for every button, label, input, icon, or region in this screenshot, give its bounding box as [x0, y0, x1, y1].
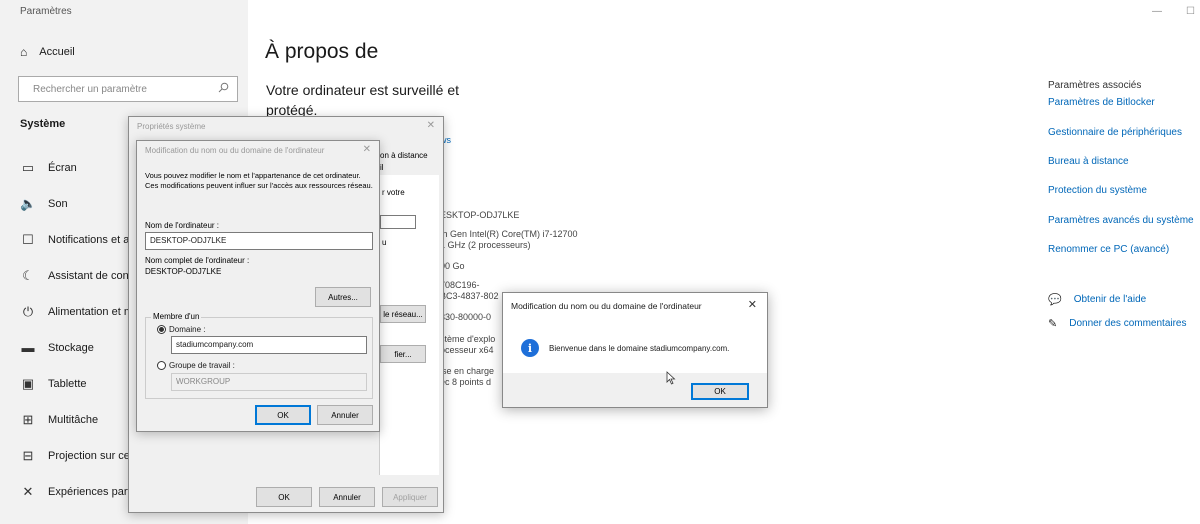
sidebar-item-label: Assistant de conce [48, 270, 141, 282]
network-id-button[interactable]: le réseau... [380, 305, 426, 323]
computer-name-field[interactable]: DESKTOP-ODJ7LKE [145, 232, 373, 250]
sidebar-item-home[interactable]: ⌂ Accueil [20, 45, 75, 59]
power-icon: ⏻ [22, 304, 34, 319]
sidebar-item-label: Accueil [39, 46, 75, 58]
computer-name-label: Nom de l'ordinateur : [145, 221, 220, 230]
rename-cancel-button[interactable]: Annuler [317, 405, 373, 425]
bitlocker-settings-link[interactable]: Paramètres de Bitlocker [1048, 97, 1155, 108]
tablet-icon: ▣ [21, 376, 35, 391]
search-input[interactable]: Rechercher un paramètre [18, 76, 238, 102]
rename-dialog-close-button[interactable]: ✕ [363, 144, 371, 155]
info-icon: i [521, 339, 539, 357]
sidebar-item-label: Alimentation et mi [48, 306, 136, 318]
multitask-icon: ⊞ [22, 412, 34, 427]
mouse-cursor-icon [666, 371, 676, 390]
search-placeholder: Rechercher un paramètre [33, 83, 147, 95]
system-type-value: stème d'explo [440, 334, 496, 344]
device-manager-link[interactable]: Gestionnaire de périphériques [1048, 127, 1182, 138]
monitor-icon: ▭ [21, 160, 35, 175]
full-name-value: DESKTOP-ODJ7LKE [145, 267, 222, 276]
sidebar-item-label: Multitâche [48, 414, 99, 426]
welcome-message: Bienvenue dans le domaine stadiumcompany… [549, 344, 730, 353]
description-frag: r votre [382, 188, 405, 197]
system-props-cancel-button[interactable]: Annuler [319, 487, 375, 507]
pen-touch-value-2: ec 8 points d [440, 377, 492, 387]
welcome-domain-dialog: Modification du nom ou du domaine de l'o… [502, 292, 768, 408]
frag-u: u [382, 238, 387, 247]
sidebar-item-label: Tablette [48, 378, 87, 390]
processor-speed-value: 1 GHz (2 processeurs) [440, 240, 531, 250]
description-field[interactable] [380, 215, 416, 229]
minimize-button[interactable]: — [1152, 6, 1162, 17]
rename-pc-advanced-link[interactable]: Renommer ce PC (avancé) [1048, 244, 1169, 255]
rename-computer-dialog: Modification du nom ou du domaine de l'o… [136, 140, 380, 432]
page-title: À propos de [265, 40, 379, 63]
projection-icon: ⊟ [22, 448, 34, 463]
advanced-system-settings-link[interactable]: Paramètres avancés du système [1048, 215, 1194, 226]
sidebar-section-title: Système [20, 118, 66, 130]
domain-field[interactable]: stadiumcompany.com [171, 336, 367, 354]
rename-ok-button[interactable]: OK [255, 405, 311, 425]
workgroup-field[interactable]: WORKGROUP [171, 373, 367, 391]
help-icon: 💬 [1048, 294, 1062, 306]
pen-touch-value: ise en charge [440, 366, 495, 376]
give-feedback-link[interactable]: ✎ Donner des commentaires [1048, 317, 1187, 330]
get-help-label: Obtenir de l'aide [1073, 294, 1147, 305]
settings-window: Paramètres ⌂ Accueil Rechercher un param… [0, 0, 1200, 524]
system-properties-title: Propriétés système [137, 122, 206, 131]
notification-icon: ☐ [22, 232, 34, 247]
full-name-label: Nom complet de l'ordinateur : [145, 256, 250, 265]
domain-radio[interactable]: Domaine : [157, 325, 205, 334]
feedback-icon: ✎ [1048, 318, 1058, 330]
radio-selected-icon [157, 325, 166, 334]
welcome-dialog-title: Modification du nom ou du domaine de l'o… [511, 301, 702, 311]
sidebar-item-label: Son [48, 198, 68, 210]
system-properties-close-button[interactable]: ✕ [427, 120, 435, 131]
change-button[interactable]: fier... [380, 345, 426, 363]
rename-dialog-intro: Vous pouvez modifier le nom et l'apparte… [145, 171, 373, 190]
search-icon [218, 82, 229, 96]
shared-experiences-icon: ✕ [22, 484, 34, 499]
member-of-label: Membre d'un [151, 312, 202, 321]
welcome-dialog-close-button[interactable]: ✕ [748, 298, 757, 311]
welcome-ok-button[interactable]: OK [691, 383, 749, 400]
processor-value: th Gen Intel(R) Core(TM) i7-12700 [440, 229, 578, 239]
get-help-link[interactable]: 💬 Obtenir de l'aide [1048, 293, 1146, 306]
rename-dialog-title: Modification du nom ou du domaine de l'o… [145, 146, 325, 155]
remote-desktop-link[interactable]: Bureau à distance [1048, 156, 1129, 167]
radio-unselected-icon [157, 361, 166, 370]
workgroup-radio-label: Groupe de travail : [169, 361, 235, 370]
speaker-icon: 🔈 [20, 196, 37, 211]
workgroup-radio[interactable]: Groupe de travail : [157, 361, 235, 370]
device-name-value: ESKTOP-ODJ7LKE [440, 210, 520, 220]
tab-remote[interactable]: on à distance [380, 151, 428, 160]
storage-icon: ▬ [21, 340, 35, 355]
sidebar-item-label: Projection sur ce P [48, 450, 141, 462]
home-icon: ⌂ [20, 45, 28, 59]
security-status-text: Votre ordinateur est surveillé et protég… [266, 82, 459, 118]
system-props-ok-button[interactable]: OK [256, 487, 312, 507]
more-button[interactable]: Autres... [315, 287, 371, 307]
give-feedback-label: Donner des commentaires [1069, 318, 1187, 329]
window-title: Paramètres [20, 6, 72, 17]
related-settings-title: Paramètres associés [1048, 80, 1142, 91]
system-props-apply-button[interactable]: Appliquer [382, 487, 438, 507]
device-id-value-2: BC3-4837-802 [440, 291, 499, 301]
focus-assist-icon: ☾ [22, 268, 34, 283]
tab-remote-frag: il [380, 163, 384, 172]
domain-radio-label: Domaine : [169, 325, 206, 334]
maximize-button[interactable]: ☐ [1186, 6, 1195, 17]
sidebar-item-label: Notifications et act [48, 234, 138, 246]
sidebar-item-label: Stockage [48, 341, 94, 354]
device-id-value: 708C196- [440, 280, 480, 290]
system-type-value-2: ocesseur x64 [440, 345, 494, 355]
system-protection-link[interactable]: Protection du système [1048, 185, 1147, 196]
product-id-value: 330-80000-0 [440, 312, 492, 322]
sidebar-item-label: Écran [48, 162, 77, 174]
